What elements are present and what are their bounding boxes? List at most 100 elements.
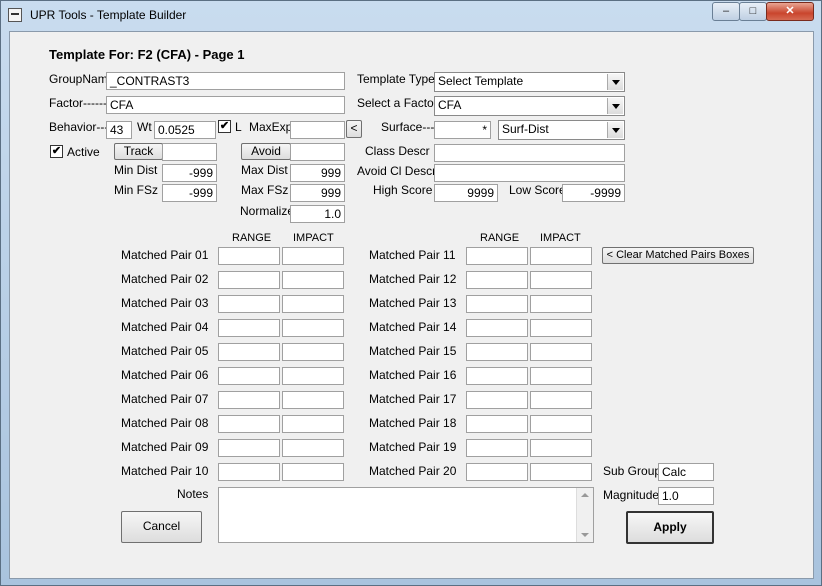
matched-pair-range-input[interactable] — [218, 295, 280, 313]
matched-pair-impact-input[interactable] — [530, 247, 592, 265]
l-checkbox[interactable]: ✔ — [218, 120, 231, 133]
class-descr-label: Class Descr — [365, 144, 430, 158]
matched-pair-label: Matched Pair 08 — [121, 416, 209, 430]
matched-pair-range-input[interactable] — [466, 247, 528, 265]
matched-pair-range-input[interactable] — [218, 271, 280, 289]
app-icon — [8, 8, 22, 22]
normalize-input[interactable]: 1.0 — [290, 205, 345, 223]
scroll-down-icon[interactable] — [581, 533, 589, 537]
min-fsz-input[interactable]: -999 — [162, 184, 217, 202]
matched-pair-impact-input[interactable] — [282, 391, 344, 409]
notes-scrollbar[interactable] — [576, 488, 593, 542]
matched-pair-range-input[interactable] — [218, 367, 280, 385]
matched-pair-impact-input[interactable] — [530, 319, 592, 337]
matched-pair-range-input[interactable] — [218, 391, 280, 409]
matched-pair-range-input[interactable] — [466, 439, 528, 457]
close-button[interactable]: ✕ — [766, 2, 814, 21]
low-score-input[interactable]: -9999 — [562, 184, 625, 202]
matched-pair-label: Matched Pair 05 — [121, 344, 209, 358]
matched-pair-impact-input[interactable] — [530, 367, 592, 385]
matched-pair-label: Matched Pair 01 — [121, 248, 209, 262]
matched-pair-impact-input[interactable] — [530, 271, 592, 289]
matched-pair-range-input[interactable] — [218, 247, 280, 265]
matched-pair-impact-input[interactable] — [282, 295, 344, 313]
matched-pair-range-input[interactable] — [466, 319, 528, 337]
notes-label: Notes — [177, 487, 209, 501]
matched-pair-range-input[interactable] — [466, 295, 528, 313]
matched-pair-label: Matched Pair 16 — [369, 368, 457, 382]
matched-pair-impact-input[interactable] — [530, 391, 592, 409]
matched-pair-impact-input[interactable] — [282, 367, 344, 385]
matched-pair-range-input[interactable] — [466, 415, 528, 433]
matched-pair-label: Matched Pair 07 — [121, 392, 209, 406]
range-header-right: RANGE — [480, 232, 520, 244]
wt-label: Wt — [137, 120, 152, 134]
impact-header-left: IMPACT — [293, 232, 334, 244]
matched-pair-range-input[interactable] — [466, 367, 528, 385]
matched-pair-label: Matched Pair 19 — [369, 440, 457, 454]
matched-pair-impact-input[interactable] — [530, 343, 592, 361]
magnitude-label: Magnitude — [603, 488, 660, 502]
matched-pair-label: Matched Pair 12 — [369, 272, 457, 286]
scroll-up-icon[interactable] — [581, 493, 589, 497]
clear-matched-pairs-button[interactable]: < Clear Matched Pairs Boxes — [602, 247, 754, 264]
class-descr-input[interactable] — [434, 144, 625, 162]
matched-pair-impact-input[interactable] — [530, 295, 592, 313]
matched-pair-label: Matched Pair 18 — [369, 416, 457, 430]
max-dist-label: Max Dist — [241, 163, 288, 177]
high-score-input[interactable]: 9999 — [434, 184, 498, 202]
avoid-input[interactable] — [290, 143, 345, 161]
matched-pair-range-input[interactable] — [466, 463, 528, 481]
matched-pair-range-input[interactable] — [466, 271, 528, 289]
matched-pair-impact-input[interactable] — [530, 463, 592, 481]
surface-type-select[interactable]: Surf-Dist — [498, 120, 625, 140]
matched-pair-range-input[interactable] — [466, 391, 528, 409]
active-checkbox[interactable]: ✔ — [50, 145, 63, 158]
matched-pair-label: Matched Pair 17 — [369, 392, 457, 406]
surface-input[interactable]: * — [434, 121, 491, 139]
behavior-input[interactable]: 43 — [106, 121, 132, 139]
matched-pair-range-input[interactable] — [218, 463, 280, 481]
maximize-button[interactable]: □ — [739, 2, 767, 21]
chevron-down-icon[interactable] — [607, 74, 623, 90]
matched-pair-impact-input[interactable] — [282, 271, 344, 289]
avoid-cl-descr-input[interactable] — [434, 164, 625, 182]
matched-pair-range-input[interactable] — [218, 343, 280, 361]
cancel-button[interactable]: Cancel — [121, 511, 202, 543]
matched-pair-range-input[interactable] — [218, 319, 280, 337]
matched-pair-impact-input[interactable] — [282, 415, 344, 433]
select-factor-select[interactable]: CFA — [434, 96, 625, 116]
matched-pair-impact-input[interactable] — [530, 439, 592, 457]
maxexp-input[interactable] — [290, 121, 345, 139]
chevron-down-icon[interactable] — [607, 98, 623, 114]
minimize-button[interactable]: – — [712, 2, 740, 21]
apply-button[interactable]: Apply — [626, 511, 714, 544]
chevron-down-icon[interactable] — [607, 122, 623, 138]
wt-input[interactable]: 0.0525 — [154, 121, 216, 139]
groupname-input[interactable]: _CONTRAST3 — [106, 72, 345, 90]
maxexp-arrow-button[interactable]: < — [346, 120, 362, 138]
avoid-button[interactable]: Avoid — [241, 143, 291, 160]
matched-pair-impact-input[interactable] — [282, 463, 344, 481]
matched-pair-range-input[interactable] — [218, 439, 280, 457]
matched-pair-impact-input[interactable] — [282, 319, 344, 337]
matched-pair-range-input[interactable] — [218, 415, 280, 433]
template-type-select[interactable]: Select Template — [434, 72, 625, 92]
matched-pair-impact-input[interactable] — [282, 343, 344, 361]
factor-input[interactable]: CFA — [106, 96, 345, 114]
notes-textarea[interactable] — [218, 487, 594, 543]
impact-header-right: IMPACT — [540, 232, 581, 244]
sub-group-input[interactable]: Calc — [658, 463, 714, 481]
magnitude-input[interactable]: 1.0 — [658, 487, 714, 505]
matched-pair-range-input[interactable] — [466, 343, 528, 361]
track-input[interactable] — [162, 143, 217, 161]
min-dist-input[interactable]: -999 — [162, 164, 217, 182]
track-button[interactable]: Track — [114, 143, 163, 160]
max-fsz-input[interactable]: 999 — [290, 184, 345, 202]
matched-pair-impact-input[interactable] — [282, 247, 344, 265]
max-dist-input[interactable]: 999 — [290, 164, 345, 182]
template-builder-window: UPR Tools - Template Builder – □ ✕ Templ… — [0, 0, 822, 586]
matched-pair-impact-input[interactable] — [282, 439, 344, 457]
matched-pair-impact-input[interactable] — [530, 415, 592, 433]
title-bar[interactable]: UPR Tools - Template Builder – □ ✕ — [1, 1, 821, 31]
